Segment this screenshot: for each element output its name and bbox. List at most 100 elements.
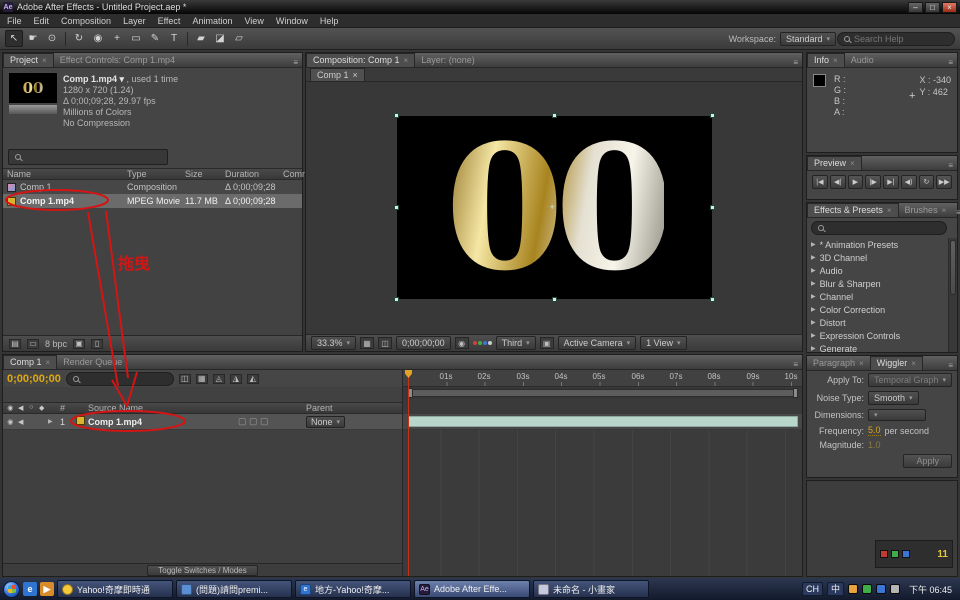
panel-menu-icon[interactable]: ≡	[789, 58, 802, 67]
magnitude-value[interactable]: 1.0	[868, 440, 881, 450]
taskbar-button-browser[interactable]: e 地方-Yahoo!奇摩...	[295, 580, 411, 598]
selection-tool-icon[interactable]: ↖	[5, 30, 23, 47]
selection-handle[interactable]	[552, 297, 557, 302]
workspace-dropdown[interactable]: Standard ▾	[780, 32, 836, 46]
shy-layers-icon[interactable]: ◬	[213, 374, 225, 384]
twirl-icon[interactable]: ▶	[811, 241, 816, 248]
menu-help[interactable]: Help	[320, 16, 339, 26]
tab-info[interactable]: Info ×	[807, 53, 845, 67]
last-frame-button[interactable]: ▶|	[883, 175, 899, 189]
audio-mute-button[interactable]: ◀)	[901, 175, 917, 189]
close-icon[interactable]: ×	[859, 357, 864, 370]
panel-menu-icon[interactable]: ≡	[944, 161, 957, 170]
layer-source-name[interactable]: Comp 1.mp4	[88, 417, 236, 427]
layer-duration-bar[interactable]	[408, 416, 798, 427]
tab-project[interactable]: Project ×	[3, 53, 54, 67]
selection-handle[interactable]	[394, 297, 399, 302]
zoom-tool-icon[interactable]: ⊙	[43, 30, 61, 47]
noise-type-dropdown[interactable]: Smooth ▾	[868, 391, 919, 405]
ram-preview-button[interactable]: ▶▶	[936, 175, 952, 189]
camera-dropdown[interactable]: Active Camera ▾	[558, 336, 637, 350]
close-icon[interactable]: ×	[942, 204, 947, 217]
twirl-icon[interactable]: ▶	[811, 254, 816, 261]
layer-eye-icon[interactable]: ◉	[6, 418, 15, 426]
twirl-icon[interactable]: ▶	[811, 306, 816, 313]
scrollbar-thumb[interactable]	[950, 240, 956, 295]
layer-switches[interactable]: ▢ ▢ ▢	[238, 416, 304, 427]
taskbar-button-paint[interactable]: 未命名 - 小畫家	[533, 580, 649, 598]
composition-canvas[interactable]: 00 +	[397, 116, 712, 299]
quick-launch-media-icon[interactable]: ▶	[40, 582, 54, 596]
dimensions-dropdown[interactable]: ▾	[868, 409, 926, 421]
layer-solo-icon[interactable]	[27, 418, 36, 426]
apply-button[interactable]: Apply	[903, 454, 952, 468]
hand-tool-icon[interactable]: ☛	[24, 30, 42, 47]
color-depth-label[interactable]: 8 bpc	[45, 339, 67, 349]
next-frame-button[interactable]: |▶	[865, 175, 881, 189]
timeline-search-input[interactable]	[83, 374, 167, 384]
eraser-tool-icon[interactable]: ▱	[230, 30, 248, 47]
work-area-range[interactable]	[408, 389, 798, 397]
tab-effect-controls[interactable]: Effect Controls: Comp 1.mp4	[54, 53, 181, 67]
twirl-icon[interactable]: ▶	[811, 332, 816, 339]
safe-guides-icon[interactable]: ▦	[360, 337, 374, 349]
selection-handle[interactable]	[394, 113, 399, 118]
twirl-icon[interactable]: ▶	[811, 293, 816, 300]
maximize-button[interactable]: □	[925, 2, 940, 13]
subtab-comp1[interactable]: Comp 1 ×	[310, 68, 365, 81]
effects-search-input[interactable]	[828, 223, 940, 233]
source-name-header[interactable]: Source Name	[88, 403, 236, 413]
list-item[interactable]: ▶3D Channel	[807, 251, 957, 264]
quick-launch-ie-icon[interactable]: e	[23, 582, 37, 596]
layer-expander-icon[interactable]: ▶	[48, 418, 58, 425]
panel-menu-icon[interactable]: ≡	[944, 58, 957, 67]
menu-edit[interactable]: Edit	[34, 16, 50, 26]
close-icon[interactable]: ×	[850, 157, 855, 170]
taskbar-button-yahoo[interactable]: Yahoo!奇摩即時通	[57, 580, 173, 598]
toggle-switches-modes-button[interactable]: Toggle Switches / Modes	[147, 565, 258, 576]
timeline-search[interactable]	[66, 372, 174, 386]
layer-lock-icon[interactable]	[38, 418, 47, 426]
tray-network-icon[interactable]	[876, 584, 886, 594]
help-search-input[interactable]	[854, 34, 948, 44]
list-item[interactable]: ▶Expression Controls	[807, 329, 957, 342]
twirl-icon[interactable]: ▶	[811, 319, 816, 326]
first-frame-button[interactable]: |◀	[812, 175, 828, 189]
tray-volume-icon[interactable]	[890, 584, 900, 594]
scrollbar[interactable]	[948, 238, 957, 352]
tab-render-queue[interactable]: Render Queue	[57, 355, 128, 369]
table-row[interactable]: Comp 1.mp4 MPEG Movie 11.7 MB Δ 0;00;09;…	[3, 194, 302, 208]
tab-brushes[interactable]: Brushes ×	[899, 203, 953, 217]
resolution-dropdown[interactable]: Third ▾	[496, 336, 536, 350]
menu-effect[interactable]: Effect	[158, 16, 181, 26]
close-icon[interactable]: ×	[404, 54, 409, 67]
selection-handle[interactable]	[710, 205, 715, 210]
camera-tool-icon[interactable]: ◉	[89, 30, 107, 47]
pen-tool-icon[interactable]: ✎	[146, 30, 164, 47]
language-indicator[interactable]: CH	[802, 582, 823, 596]
playhead[interactable]	[408, 370, 409, 576]
selection-handle[interactable]	[394, 205, 399, 210]
list-item[interactable]: ▶Distort	[807, 316, 957, 329]
anchor-point-icon[interactable]: +	[550, 203, 559, 212]
effects-search[interactable]	[811, 221, 947, 235]
current-time-display[interactable]: 0;00;00;00	[7, 373, 61, 385]
start-button[interactable]	[3, 581, 20, 598]
tab-composition[interactable]: Composition: Comp 1 ×	[306, 53, 415, 67]
work-area-end-handle[interactable]	[793, 388, 798, 398]
motion-blur-icon[interactable]: ◭	[247, 374, 259, 384]
ime-indicator[interactable]: 中	[827, 582, 844, 596]
snapshot-icon[interactable]: ◉	[455, 337, 469, 349]
column-duration[interactable]: Duration	[225, 169, 283, 179]
close-icon[interactable]: ×	[911, 357, 916, 370]
menu-window[interactable]: Window	[276, 16, 308, 26]
delete-icon[interactable]: ▯	[91, 339, 103, 349]
draft-3d-icon[interactable]: ▦	[196, 374, 208, 384]
project-search[interactable]	[8, 149, 168, 165]
layer-audio-icon[interactable]: ◀	[17, 418, 26, 426]
taskbar-button-after-effects[interactable]: Ae Adobe After Effe...	[414, 580, 530, 598]
time-ruler[interactable]: 01s 02s 03s 04s 05s 06s 07s 08s 09s 10s	[403, 370, 802, 387]
pan-behind-tool-icon[interactable]: +	[108, 30, 126, 47]
region-of-interest-icon[interactable]: ▣	[540, 337, 554, 349]
selection-handle[interactable]	[710, 297, 715, 302]
